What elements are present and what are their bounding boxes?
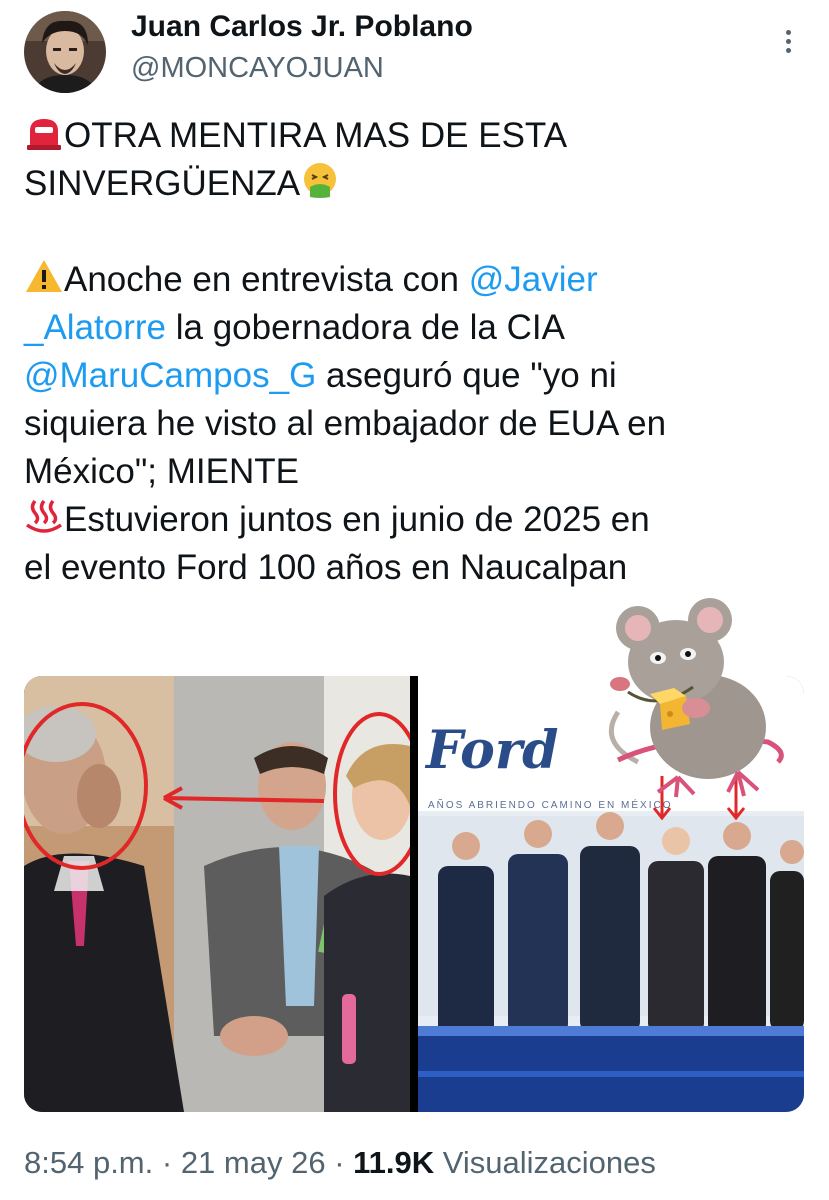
mention-javier-alatorre-cont[interactable]: _Alatorre [24,308,166,347]
tweet-text: OTRA MENTIRA MAS DE ESTA SINVERGÜENZA An… [24,112,814,592]
tweet-date[interactable]: 21 may 26 [181,1145,326,1180]
author-name[interactable]: Juan Carlos Jr. Poblano [131,10,473,44]
tweet-line: Estuvieron juntos en junio de 2025 en [24,496,814,544]
tweet-line: Anoche en entrevista con @Javier [24,256,814,304]
tweet-line-4: la gobernadora de la CIA [166,308,565,347]
warning-icon [26,260,62,292]
ford-logo: Ford [424,720,559,781]
tweet-line-3: Anoche en entrevista con [64,260,469,299]
mention-marucampos[interactable]: @MaruCampos_G [24,356,316,395]
tweet-line-7: México"; MIENTE [24,452,299,491]
mention-javier-alatorre[interactable]: @Javier [469,260,598,299]
tweet-line: SINVERGÜENZA [24,160,814,208]
siren-icon [27,119,61,150]
tweet-line: _Alatorre la gobernadora de la CIA [24,304,814,352]
tweet-line-2: SINVERGÜENZA [24,164,301,203]
avatar[interactable] [24,11,106,93]
tweet-line: @MaruCampos_G aseguró que "yo ni [24,352,814,400]
meta-separator: · [325,1145,354,1180]
rat-sticker [598,592,798,802]
tweet-line-6: siquiera he visto al embajador de EUA en [24,404,667,443]
views-count[interactable]: 11.9K [353,1145,434,1180]
hot-springs-icon [25,499,63,533]
tweet-line-9: el evento Ford 100 años en Naucalpan [24,548,628,587]
avatar-image [24,11,106,93]
tweet-line-1: OTRA MENTIRA MAS DE ESTA [64,116,568,155]
tweet-line-5: aseguró que "yo ni [316,356,617,395]
photo-handshake[interactable] [24,676,425,1112]
views-label: Visualizaciones [434,1145,656,1180]
author-handle[interactable]: @MONCAYOJUAN [131,52,384,85]
tweet-time[interactable]: 8:54 p.m. [24,1145,153,1180]
meta-separator: · [153,1145,181,1180]
tweet-meta: 8:54 p.m. · 21 may 26 · 11.9K Visualizac… [24,1145,656,1181]
more-icon[interactable] [776,26,800,60]
tweet-line: OTRA MENTIRA MAS DE ESTA [24,112,814,160]
tweet-line-8: Estuvieron juntos en junio de 2025 en [64,500,650,539]
nauseated-face-icon [304,163,337,198]
